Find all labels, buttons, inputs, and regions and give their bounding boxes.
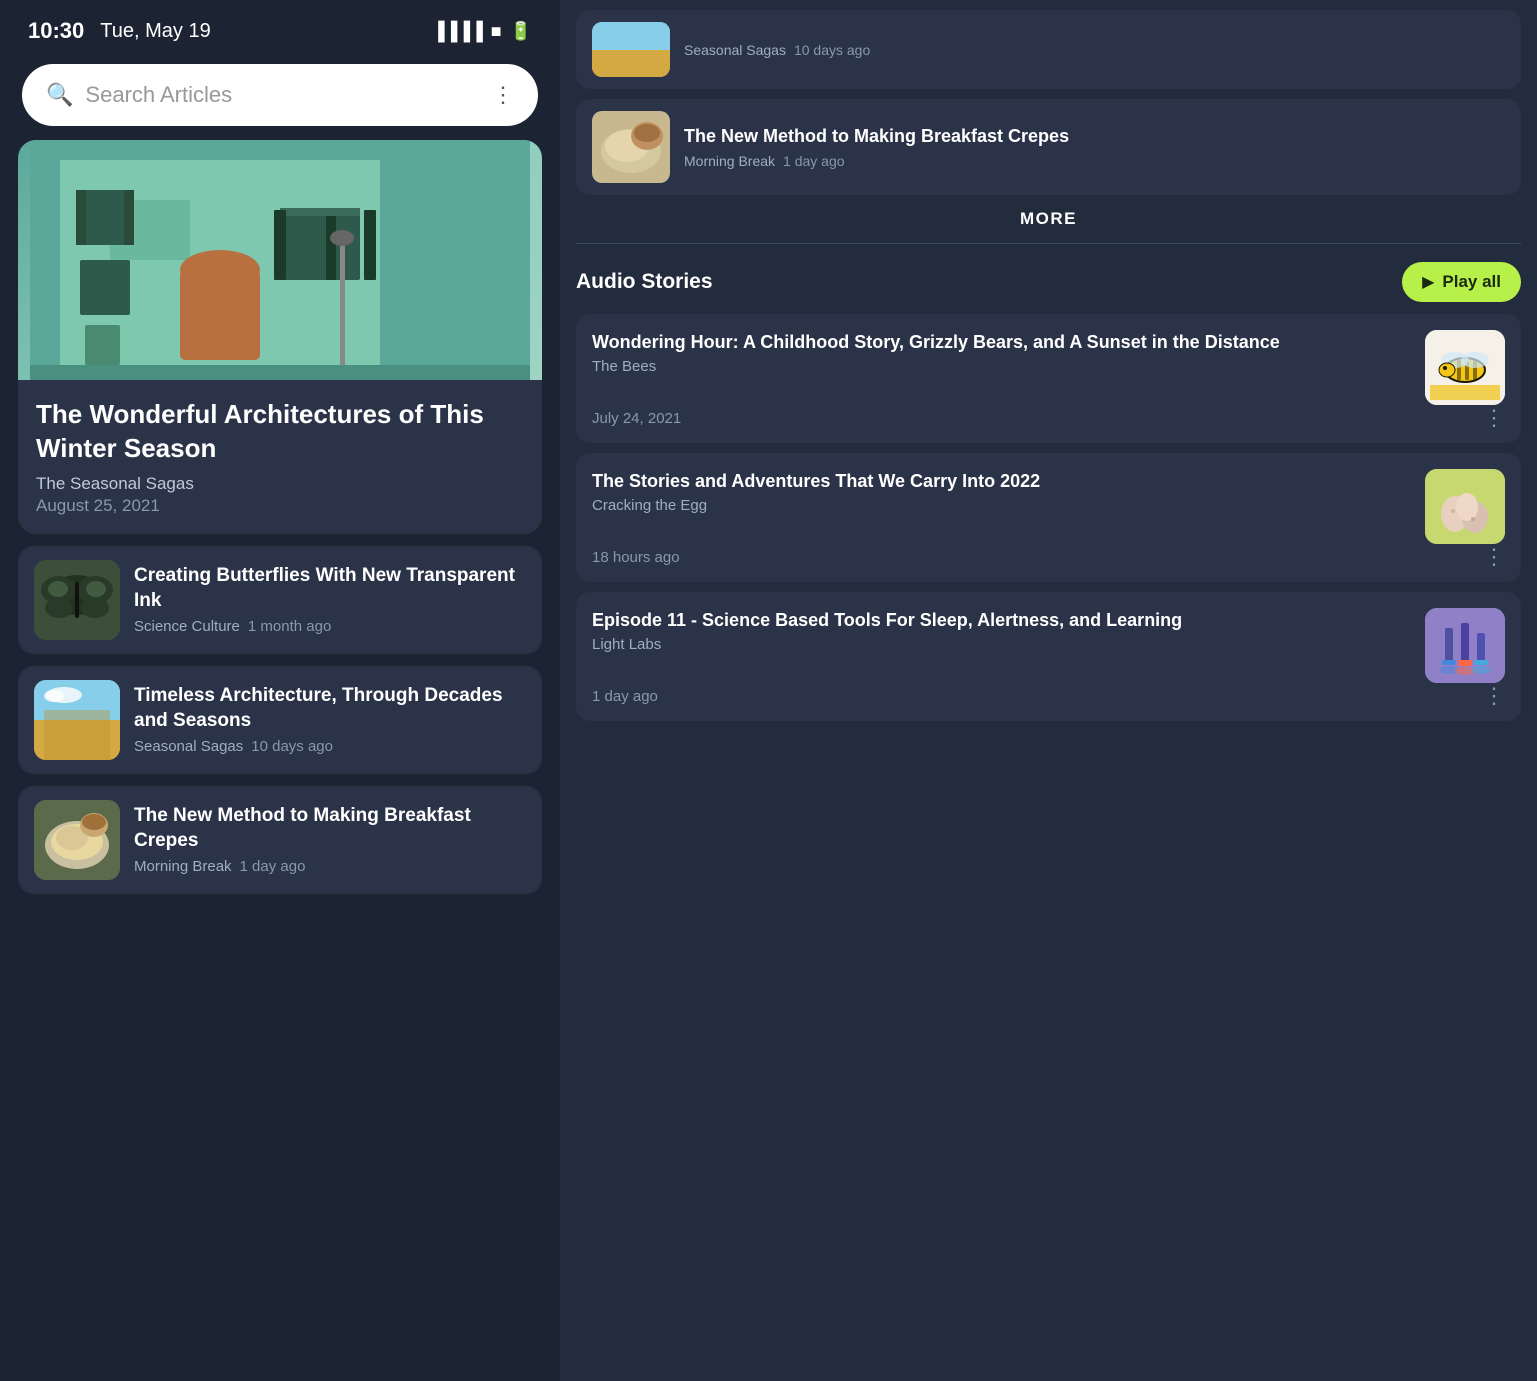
right-article-info-1: The New Method to Making Breakfast Crepe… — [684, 125, 1505, 168]
right-source-0: Seasonal Sagas — [684, 42, 786, 58]
featured-article-meta: The Seasonal Sagas August 25, 2021 — [36, 474, 524, 516]
article-meta-1: Science Culture 1 month ago — [134, 618, 526, 635]
more-btn-row: MORE — [560, 195, 1537, 243]
article-source-3: Morning Break — [134, 858, 232, 875]
right-article-title-1: The New Method to Making Breakfast Crepe… — [684, 125, 1505, 148]
audio-card-text-1: Wondering Hour: A Childhood Story, Grizz… — [592, 330, 1411, 385]
right-time-1: 1 day ago — [783, 153, 845, 169]
left-scroll-area: The Wonderful Architectures of This Wint… — [0, 140, 560, 1381]
search-icon: 🔍 — [46, 82, 73, 108]
audio-card-footer-3: 1 day ago ⋮ — [592, 683, 1505, 709]
audio-section: Audio Stories ▶ Play all Wondering Hour:… — [560, 244, 1537, 1381]
audio-story-date-1: July 24, 2021 — [592, 410, 681, 427]
audio-thumb-2 — [1425, 469, 1505, 544]
right-thumb-0 — [592, 22, 670, 77]
audio-card-footer-1: July 24, 2021 ⋮ — [592, 405, 1505, 431]
left-panel: 10:30 Tue, May 19 ▐▐▐▐ ■ 🔋 🔍 Search Arti… — [0, 0, 560, 1381]
search-placeholder: Search Articles — [85, 82, 480, 108]
signal-icon: ▐▐▐▐ — [432, 21, 483, 42]
play-all-label: Play all — [1442, 272, 1501, 292]
search-bar[interactable]: 🔍 Search Articles ⋮ — [22, 64, 538, 126]
article-source-2: Seasonal Sagas — [134, 738, 243, 755]
audio-card-inner-1: Wondering Hour: A Childhood Story, Grizz… — [592, 330, 1505, 405]
right-top-articles: Seasonal Sagas 10 days ago The New Metho… — [560, 0, 1537, 195]
right-article-card-0[interactable]: Seasonal Sagas 10 days ago — [576, 10, 1521, 89]
wifi-icon: ■ — [491, 21, 502, 42]
article-card-1[interactable]: Creating Butterflies With New Transparen… — [18, 546, 542, 654]
audio-story-title-1: Wondering Hour: A Childhood Story, Grizz… — [592, 330, 1411, 354]
right-article-info-0: Seasonal Sagas 10 days ago — [684, 42, 1505, 58]
audio-card-text-2: The Stories and Adventures That We Carry… — [592, 469, 1411, 524]
audio-section-title: Audio Stories — [576, 270, 713, 294]
play-all-button[interactable]: ▶ Play all — [1402, 262, 1521, 302]
audio-card-text-3: Episode 11 - Science Based Tools For Sle… — [592, 608, 1411, 663]
status-date: Tue, May 19 — [100, 20, 210, 43]
article-time-1: 1 month ago — [248, 618, 331, 635]
audio-header: Audio Stories ▶ Play all — [576, 244, 1521, 314]
article-time-2: 10 days ago — [251, 738, 333, 755]
audio-story-list: Wondering Hour: A Childhood Story, Grizz… — [576, 314, 1521, 1381]
article-title-2: Timeless Architecture, Through Decades a… — [134, 684, 526, 733]
featured-article-source: The Seasonal Sagas — [36, 474, 524, 494]
audio-story-source-3: Light Labs — [592, 636, 1411, 653]
article-info-1: Creating Butterflies With New Transparen… — [134, 564, 526, 635]
play-icon: ▶ — [1422, 272, 1434, 292]
audio-story-title-2: The Stories and Adventures That We Carry… — [592, 469, 1411, 493]
audio-story-1[interactable]: Wondering Hour: A Childhood Story, Grizz… — [576, 314, 1521, 443]
right-source-1: Morning Break — [684, 153, 775, 169]
article-meta-3: Morning Break 1 day ago — [134, 858, 526, 875]
article-thumb-1 — [34, 560, 120, 640]
audio-more-icon-2[interactable]: ⋮ — [1483, 544, 1505, 570]
article-source-1: Science Culture — [134, 618, 240, 635]
audio-story-2[interactable]: The Stories and Adventures That We Carry… — [576, 453, 1521, 582]
audio-story-date-2: 18 hours ago — [592, 549, 680, 566]
audio-card-footer-2: 18 hours ago ⋮ — [592, 544, 1505, 570]
article-thumb-2 — [34, 680, 120, 760]
article-title-3: The New Method to Making Breakfast Crepe… — [134, 804, 526, 853]
article-title-1: Creating Butterflies With New Transparen… — [134, 564, 526, 613]
featured-article-card[interactable]: The Wonderful Architectures of This Wint… — [18, 140, 542, 534]
right-time-0: 10 days ago — [794, 42, 870, 58]
article-info-2: Timeless Architecture, Through Decades a… — [134, 684, 526, 755]
right-panel: Seasonal Sagas 10 days ago The New Metho… — [560, 0, 1537, 1381]
audio-story-date-3: 1 day ago — [592, 688, 658, 705]
status-time: 10:30 — [28, 18, 84, 44]
right-article-card-1[interactable]: The New Method to Making Breakfast Crepe… — [576, 99, 1521, 195]
article-thumb-3 — [34, 800, 120, 880]
search-bar-container: 🔍 Search Articles ⋮ — [0, 54, 560, 140]
article-meta-2: Seasonal Sagas 10 days ago — [134, 738, 526, 755]
audio-story-source-1: The Bees — [592, 358, 1411, 375]
status-bar: 10:30 Tue, May 19 ▐▐▐▐ ■ 🔋 — [0, 0, 560, 54]
right-article-meta-1: Morning Break 1 day ago — [684, 153, 1505, 169]
right-article-meta-0: Seasonal Sagas 10 days ago — [684, 42, 1505, 58]
audio-story-3[interactable]: Episode 11 - Science Based Tools For Sle… — [576, 592, 1521, 721]
audio-card-inner-3: Episode 11 - Science Based Tools For Sle… — [592, 608, 1505, 683]
featured-article-image — [18, 140, 542, 380]
audio-card-inner-2: The Stories and Adventures That We Carry… — [592, 469, 1505, 544]
article-time-3: 1 day ago — [240, 858, 306, 875]
audio-thumb-1 — [1425, 330, 1505, 405]
article-card-3[interactable]: The New Method to Making Breakfast Crepe… — [18, 786, 542, 894]
audio-story-title-3: Episode 11 - Science Based Tools For Sle… — [592, 608, 1411, 632]
article-card-2[interactable]: Timeless Architecture, Through Decades a… — [18, 666, 542, 774]
more-button[interactable]: MORE — [1020, 209, 1077, 229]
battery-icon: 🔋 — [510, 21, 532, 42]
audio-thumb-3 — [1425, 608, 1505, 683]
more-options-icon[interactable]: ⋮ — [492, 82, 514, 108]
featured-article-content: The Wonderful Architectures of This Wint… — [18, 380, 542, 534]
featured-article-date: August 25, 2021 — [36, 496, 524, 516]
status-icons: ▐▐▐▐ ■ 🔋 — [432, 21, 532, 42]
article-info-3: The New Method to Making Breakfast Crepe… — [134, 804, 526, 875]
audio-more-icon-3[interactable]: ⋮ — [1483, 683, 1505, 709]
featured-article-title: The Wonderful Architectures of This Wint… — [36, 398, 524, 466]
audio-more-icon-1[interactable]: ⋮ — [1483, 405, 1505, 431]
audio-story-source-2: Cracking the Egg — [592, 497, 1411, 514]
right-thumb-1 — [592, 111, 670, 183]
